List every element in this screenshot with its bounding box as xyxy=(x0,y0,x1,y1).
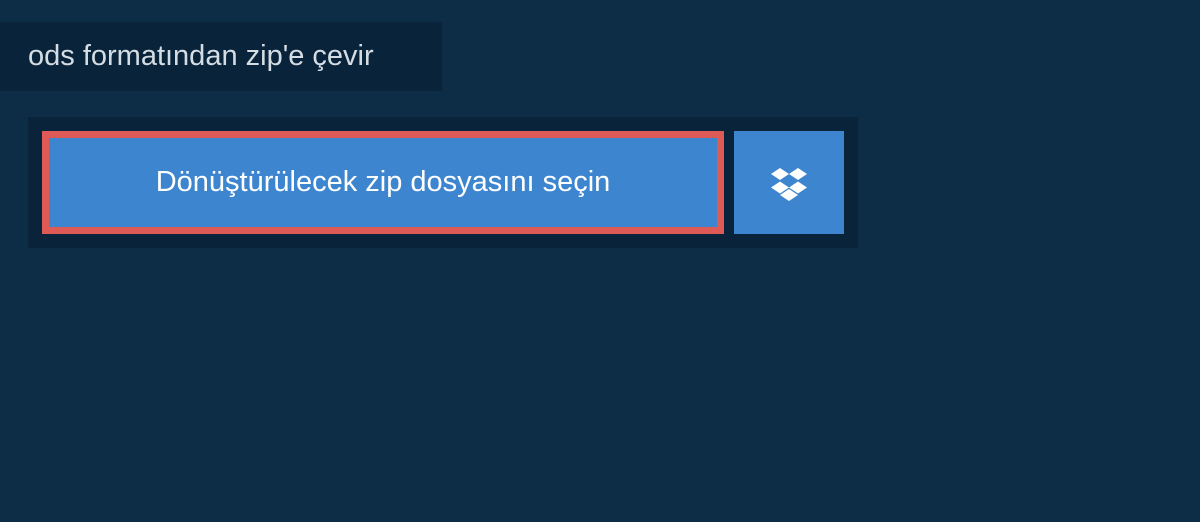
dropbox-icon xyxy=(771,165,807,201)
header-panel: ods formatından zip'e çevir xyxy=(0,22,442,91)
dropbox-button[interactable] xyxy=(734,131,844,234)
upload-panel: Dönüştürülecek zip dosyasını seçin xyxy=(28,117,858,248)
file-select-label: Dönüştürülecek zip dosyasını seçin xyxy=(156,166,611,199)
file-select-button[interactable]: Dönüştürülecek zip dosyasını seçin xyxy=(42,131,724,234)
page-title: ods formatından zip'e çevir xyxy=(28,40,414,73)
